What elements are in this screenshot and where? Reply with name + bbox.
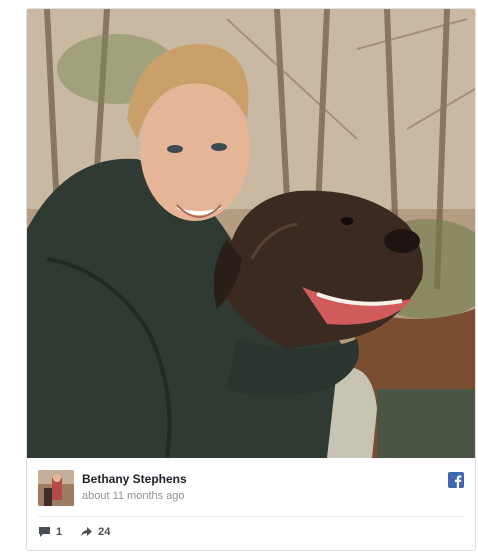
comment-count: 1 [56, 526, 63, 538]
author-name[interactable]: Bethany Stephens [82, 472, 187, 486]
share-count-button[interactable]: 24 [80, 526, 110, 538]
share-count: 24 [98, 526, 111, 538]
footer-divider [38, 516, 464, 517]
post-stats: 1 24 [38, 526, 128, 538]
post-footer: Bethany Stephens about 11 months ago 1 2… [27, 458, 475, 550]
comment-count-button[interactable]: 1 [38, 526, 62, 538]
comment-icon [39, 527, 50, 537]
facebook-icon[interactable] [448, 472, 464, 488]
post-timestamp[interactable]: about 11 months ago [82, 490, 185, 502]
share-icon [81, 527, 93, 537]
author-avatar[interactable] [38, 470, 74, 506]
facebook-embedded-post: Bethany Stephens about 11 months ago 1 2… [26, 8, 476, 551]
post-photo[interactable] [27, 9, 475, 458]
